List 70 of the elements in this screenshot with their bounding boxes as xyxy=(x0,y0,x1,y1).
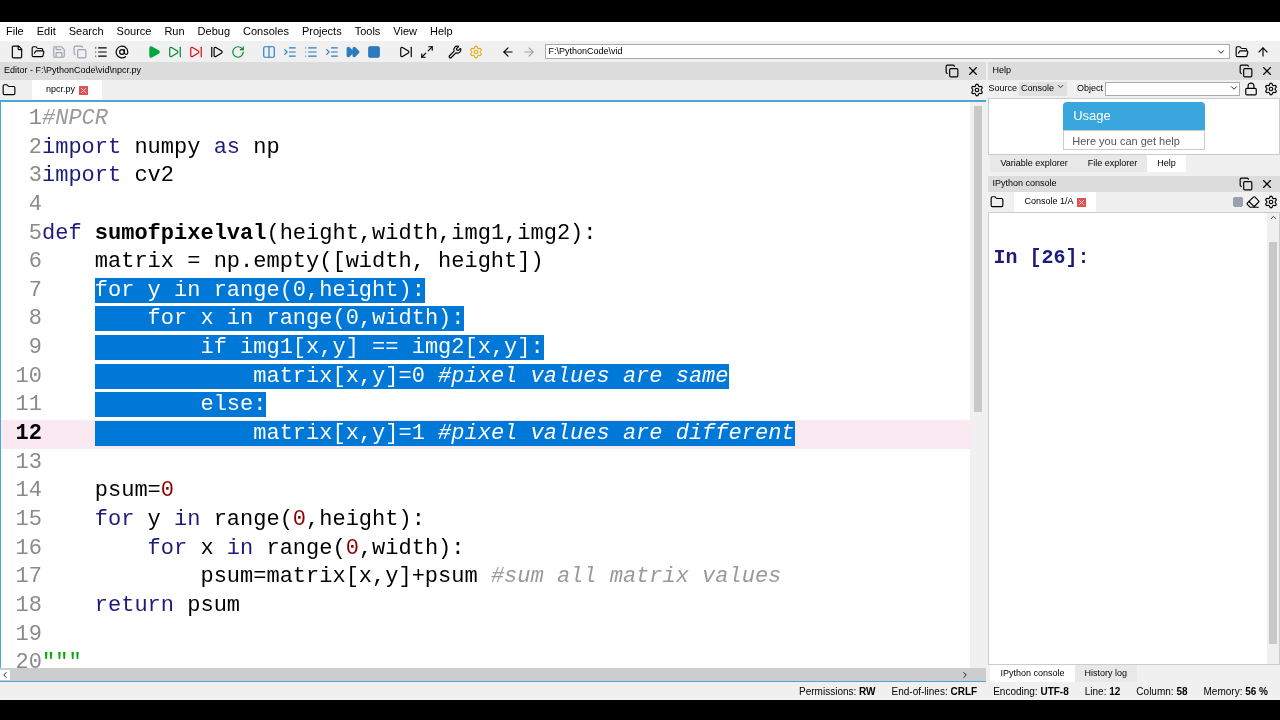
menu-item[interactable]: Consoles xyxy=(243,23,289,40)
scroll-left-icon[interactable] xyxy=(0,669,10,680)
menu-item[interactable]: Run xyxy=(164,23,185,40)
pane-tab[interactable]: History log xyxy=(1074,665,1137,682)
menu-item[interactable]: File xyxy=(6,23,24,40)
menu-item[interactable]: View xyxy=(393,23,417,40)
usage-text: Here you can get help xyxy=(1072,134,1180,147)
line-number: 8 xyxy=(27,305,42,334)
object-label: Object xyxy=(1077,82,1103,96)
editor-tab[interactable]: npcr.py xyxy=(32,80,103,100)
stop-icon xyxy=(1232,196,1244,208)
pane-title: IPython console xyxy=(992,177,1057,191)
line-number: 12 xyxy=(14,420,42,449)
menu-item[interactable]: Search xyxy=(68,23,104,40)
line-number: 5 xyxy=(27,219,42,248)
lock-icon[interactable] xyxy=(1242,80,1260,98)
menu-item[interactable]: Source xyxy=(116,23,152,40)
line-number: 13 xyxy=(14,448,42,477)
line-number: 3 xyxy=(27,162,42,191)
settings-icon[interactable] xyxy=(1262,80,1280,98)
close-tab-icon[interactable] xyxy=(1077,197,1087,207)
menu-item[interactable]: Help xyxy=(430,23,453,40)
pane-tab[interactable]: IPython console xyxy=(990,665,1075,682)
undock-icon[interactable] xyxy=(1237,62,1255,80)
pane-title: Help xyxy=(992,64,1011,78)
status-item: End-of-lines: CRLF xyxy=(891,684,978,699)
source-label: Source xyxy=(988,82,1017,96)
pane-title: Editor - F:\PythonCode\vid\npcr.py xyxy=(4,64,142,78)
horizontal-scrollbar[interactable] xyxy=(0,668,987,682)
line-number: 20 xyxy=(14,649,42,668)
line-number: 9 xyxy=(27,334,42,363)
line-number: 15 xyxy=(14,505,42,534)
line-number: 17 xyxy=(14,563,42,592)
line-number: 6 xyxy=(27,248,42,277)
current-line-highlight: 12 matrix[x,y]=1 #pixel values are different xyxy=(1,420,971,449)
source-dropdown[interactable]: Console xyxy=(1019,82,1067,96)
scroll-up-icon[interactable] xyxy=(1268,213,1278,222)
path-field[interactable]: F:\PythonCode\vid xyxy=(544,44,1230,59)
line-number: 14 xyxy=(14,477,42,506)
line-number: 4 xyxy=(27,190,42,219)
object-field[interactable] xyxy=(1105,82,1240,96)
line-number: 7 xyxy=(27,276,42,305)
pane-tab[interactable]: File explorer xyxy=(1077,155,1148,172)
line-number: 1 xyxy=(27,105,42,133)
close-tab-icon[interactable] xyxy=(79,85,89,95)
line-number: 19 xyxy=(14,620,42,649)
usage-card-header: Usage xyxy=(1063,102,1206,130)
undock-icon[interactable] xyxy=(1237,175,1255,193)
line-number: 10 xyxy=(14,362,42,391)
menu-item[interactable]: Debug xyxy=(197,23,231,40)
menu-item[interactable]: Tools xyxy=(354,23,381,40)
status-item: Memory: 56 % xyxy=(1203,684,1268,699)
pane-tab[interactable]: Variable explorer xyxy=(990,155,1078,172)
line-number: 16 xyxy=(14,534,42,563)
console-tab[interactable]: Console 1/A xyxy=(1014,192,1097,212)
vertical-scrollbar[interactable] xyxy=(1267,213,1279,664)
console-prompt: In [26]: xyxy=(993,246,1090,269)
line-number: 2 xyxy=(27,133,42,162)
line-number: 11 xyxy=(14,391,42,420)
status-item: Encoding: UTF-8 xyxy=(993,684,1069,699)
line-number: 18 xyxy=(14,591,42,620)
menu-item[interactable]: Projects xyxy=(301,23,342,40)
menu-item[interactable]: Edit xyxy=(36,23,56,40)
eraser-icon[interactable] xyxy=(1244,193,1262,211)
code-editor[interactable]: 1#NPCR 2import numpy as np 3import cv2 4 5def sumofpixelval(height,width,img1,img2): 6 matrix = np.empty([width, height]) 7 for y in range(0,height): 8 for x in range(0,width): 9 if img1[x,y] == img2[x,y]: 10 matrix[x,y]=0 #pixel values are same 11 else: 12 matrix[x,y]=1 #pixel values are different 13 14 psum=0 15 for y in range(0,height): 16 for x in range(0,width): 17 psum=matrix[x,y]+psum #sum all matrix values 18 return psum 19 20""" xyxy=(1,102,971,668)
status-item: Permissions: RW xyxy=(799,684,876,699)
pane-tab[interactable]: Help xyxy=(1147,155,1186,172)
status-item: Column: 58 xyxy=(1136,684,1188,699)
status-item: Line: 12 xyxy=(1084,684,1121,699)
settings-icon[interactable] xyxy=(1262,193,1280,211)
